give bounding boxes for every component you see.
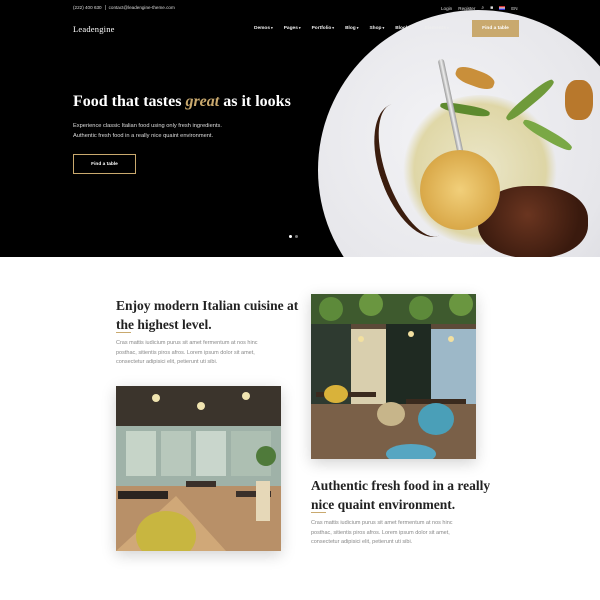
potato-image <box>565 80 593 120</box>
language-selector[interactable]: EN <box>511 6 517 11</box>
email-link[interactable]: contact@leadengine-theme.com <box>109 5 175 10</box>
nav-item-shop[interactable]: Shop <box>369 26 384 31</box>
register-link[interactable]: Register <box>458 6 475 11</box>
section1-title-line: the highest level. <box>116 317 212 332</box>
section2-divider <box>311 512 326 513</box>
login-link[interactable]: Login <box>441 6 452 11</box>
hero-title: Food that tastes great as it looks <box>73 93 291 111</box>
slider-dot[interactable] <box>295 235 298 238</box>
hero-title-accent: great <box>185 93 220 110</box>
section1-text-line: consectetur adipisici elit, petierunt ut… <box>116 359 218 366</box>
nav-item-pages[interactable]: Pages <box>284 26 301 31</box>
section2-title: Authentic fresh food in a really nice qu… <box>311 476 511 514</box>
hero-find-table-button[interactable]: Find a table <box>73 154 136 174</box>
section1-text-line: posthac, sitientis piros afros. Lorem ip… <box>116 349 255 356</box>
flag-icon[interactable] <box>499 6 506 10</box>
contact-info: (222) 400 630 contact@leadengine-theme.co… <box>73 5 175 10</box>
main-nav: Demos Pages Portfolio Blog Shop Blocks E… <box>254 26 449 31</box>
find-table-button[interactable]: Find a table <box>472 20 519 37</box>
spoon-image <box>420 150 500 230</box>
section2-title-line: nice quaint environment. <box>311 497 456 512</box>
hero-subtitle-line: Authentic fresh food in a really nice qu… <box>73 133 214 139</box>
section2-text-line: posthac, sitientis piros afros. Lorem ip… <box>311 529 450 536</box>
hero-subtitle-line: Experience classic Italian food using on… <box>73 123 222 129</box>
section1-text: Cras mattis iudicium purus sit amet ferm… <box>116 339 306 368</box>
section1-title: Enjoy modern Italian cuisine at the high… <box>116 296 306 334</box>
section2-text: Cras mattis iudicium purus sit amet ferm… <box>311 519 501 548</box>
phone-number[interactable]: (222) 400 630 <box>73 5 102 10</box>
restaurant-interior-illustration <box>116 386 281 551</box>
restaurant-interior-photo <box>116 386 281 551</box>
restaurant-dining-photo <box>311 294 476 459</box>
cart-icon[interactable]: ■ <box>490 5 493 11</box>
hero-title-part: as it looks <box>219 93 291 110</box>
section2-title-line: Authentic fresh food in a really <box>311 478 491 493</box>
nav-item-elements[interactable]: Elements <box>425 26 449 31</box>
section1-divider <box>116 332 131 333</box>
nav-item-blocks[interactable]: Blocks <box>395 26 413 31</box>
section2-text-line: Cras mattis iudicium purus sit amet ferm… <box>311 520 453 526</box>
hero-section: (222) 400 630 contact@leadengine-theme.co… <box>0 0 600 257</box>
restaurant-dining-illustration <box>311 294 476 459</box>
section1-text-line: Cras mattis iudicium purus sit amet ferm… <box>116 340 258 346</box>
nav-item-portfolio[interactable]: Portfolio <box>312 26 334 31</box>
section2-text-line: consectetur adipisici elit, petierunt ut… <box>311 539 413 546</box>
hero-title-part: Food that tastes <box>73 93 186 110</box>
top-bar-right: Login Register ⌕ ■ EN <box>441 5 518 11</box>
slider-dot[interactable] <box>289 235 292 238</box>
search-icon[interactable]: ⌕ <box>481 5 484 11</box>
slider-dots <box>289 235 298 238</box>
hero-subtitle: Experience classic Italian food using on… <box>73 121 303 141</box>
nav-item-blog[interactable]: Blog <box>345 26 358 31</box>
top-bar: (222) 400 630 contact@leadengine-theme.co… <box>0 0 600 18</box>
site-logo[interactable]: Leadengine <box>73 24 115 34</box>
section1-title-line: Enjoy modern Italian cuisine at <box>116 298 299 313</box>
nav-item-demos[interactable]: Demos <box>254 26 273 31</box>
